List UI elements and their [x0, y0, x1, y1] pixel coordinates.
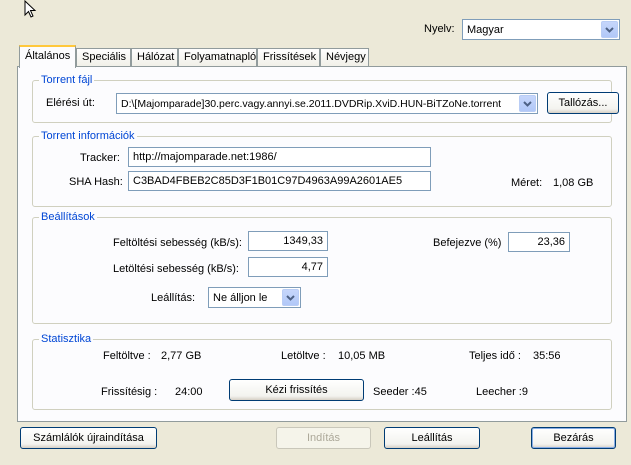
- torrent-file-group: Torrent fájl Elérési út: D:\[Majomparade…: [32, 74, 619, 123]
- tab-log[interactable]: Folyamatnapló: [178, 48, 257, 67]
- chevron-down-icon[interactable]: [282, 289, 299, 306]
- stop-select[interactable]: Ne álljon le: [208, 287, 301, 308]
- leecher-value: 9: [521, 386, 528, 398]
- total-time-value: 35:56: [533, 350, 561, 362]
- downloaded-label: Letöltve :: [281, 350, 326, 362]
- uploaded-label: Feltöltve :: [103, 350, 151, 362]
- chevron-down-icon[interactable]: [519, 95, 536, 112]
- manual-refresh-button[interactable]: Kézi frissítés: [229, 379, 364, 401]
- total-time-label: Teljes idő :: [469, 350, 521, 362]
- uploaded-value: 2,77 GB: [161, 350, 202, 362]
- upload-speed-label: Feltöltési sebesség (kB/s):: [113, 237, 242, 249]
- refresh-value: 24:00: [175, 386, 203, 398]
- seeder-label: Seeder :: [373, 386, 415, 398]
- chevron-down-icon[interactable]: [601, 21, 618, 38]
- statistics-group: Statisztika Feltöltve : 2,77 GB Letöltve…: [32, 333, 612, 410]
- language-select-value: Magyar: [467, 23, 504, 36]
- tracker-field[interactable]: http://majomparade.net:1986/: [128, 147, 431, 167]
- mouse-pointer-icon: [24, 0, 37, 18]
- tracker-label: Tracker:: [80, 152, 120, 164]
- refresh-label: Frissítésig :: [101, 386, 158, 398]
- stop-select-value: Ne álljon le: [213, 291, 268, 304]
- tab-general[interactable]: Általános: [19, 45, 76, 68]
- tab-about[interactable]: Névjegy: [320, 48, 369, 67]
- torrent-info-title: Torrent információk: [39, 130, 137, 142]
- tab-advanced[interactable]: Speciális: [76, 48, 131, 67]
- statistics-title: Statisztika: [39, 333, 94, 345]
- completed-label: Befejezve (%): [433, 237, 502, 249]
- sha-label: SHA Hash:: [69, 176, 123, 188]
- seeder-value: 45: [414, 386, 427, 398]
- language-select[interactable]: Magyar: [462, 19, 620, 40]
- upload-speed-field[interactable]: 1349,33: [248, 231, 328, 251]
- path-value: D:\[Majomparade]30.perc.vagy.annyi.se.20…: [121, 97, 502, 110]
- reset-counters-button[interactable]: Számlálók újraindítása: [20, 427, 157, 449]
- settings-group: Beállítások Feltöltési sebesség (kB/s): …: [32, 211, 612, 324]
- browse-button[interactable]: Tallózás...: [547, 92, 619, 114]
- start-button[interactable]: Indítás: [276, 427, 371, 449]
- size-label: Méret:: [511, 177, 543, 189]
- stop-button[interactable]: Leállítás: [384, 427, 480, 449]
- language-label: Nyelv:: [424, 23, 455, 35]
- settings-title: Beállítások: [39, 211, 97, 223]
- tab-panel-general: Torrent fájl Elérési út: D:\[Majomparade…: [17, 66, 627, 422]
- torrent-file-title: Torrent fájl: [39, 74, 95, 86]
- leecher-label: Leecher :: [476, 386, 522, 398]
- close-button[interactable]: Bezárás: [531, 427, 616, 449]
- tab-updates[interactable]: Frissítések: [257, 48, 320, 67]
- torrent-info-group: Torrent információk Tracker: http://majo…: [32, 130, 612, 207]
- sha-field[interactable]: C3BAD4FBEB2C85D3F1B01C97D4963A99A2601AE5: [128, 171, 431, 191]
- download-speed-field[interactable]: 4,77: [248, 257, 328, 277]
- tab-network[interactable]: Hálózat: [131, 48, 178, 67]
- completed-field[interactable]: 23,36: [508, 232, 570, 252]
- downloaded-value: 10,05 MB: [338, 350, 386, 362]
- download-speed-label: Letöltési sebesség (kB/s):: [113, 263, 239, 275]
- path-label: Elérési út:: [46, 97, 95, 109]
- stop-label: Leállítás:: [151, 292, 196, 304]
- size-value: 1,08 GB: [553, 177, 594, 189]
- path-select[interactable]: D:\[Majomparade]30.perc.vagy.annyi.se.20…: [116, 93, 538, 114]
